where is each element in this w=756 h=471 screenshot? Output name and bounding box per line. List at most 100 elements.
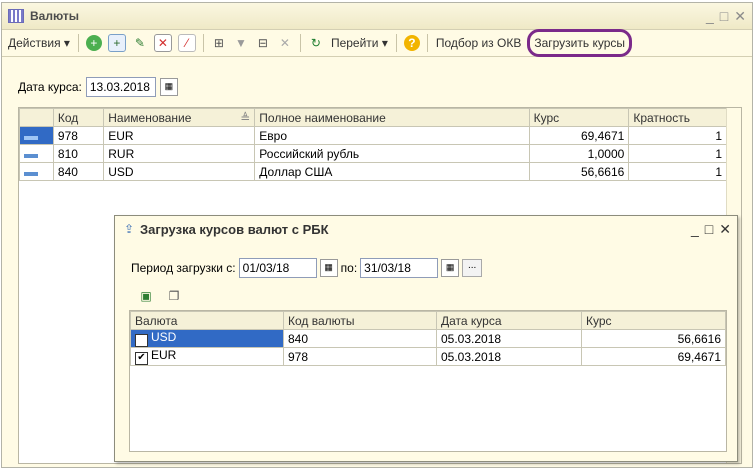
dialog-title: Загрузка курсов валют с РБК bbox=[140, 221, 329, 237]
calendar-icon[interactable]: ▦ bbox=[159, 78, 178, 96]
currency-code-cell[interactable]: 978 bbox=[283, 347, 437, 366]
toolbar-separator bbox=[395, 34, 397, 52]
multiplicity-cell[interactable]: 1 bbox=[628, 162, 727, 181]
toolbar-separator bbox=[426, 34, 428, 52]
help-icon[interactable]: ? bbox=[403, 35, 420, 51]
rate-cell[interactable]: 56,6616 bbox=[581, 329, 726, 348]
period-row: Период загрузки с: 01/03/18 ▦ по: 31/03/… bbox=[131, 258, 483, 278]
rate-date-field[interactable]: 13.03.2018 bbox=[85, 77, 156, 97]
rates-table: Валюта Код валюты Дата курса Курс ✔ USD 8… bbox=[129, 310, 727, 452]
edit-icon[interactable]: ✎ bbox=[132, 35, 148, 51]
table-row[interactable]: 810 RUR Российский рубль 1,0000 1 bbox=[19, 144, 727, 163]
currency-name: EUR bbox=[151, 348, 177, 362]
full-name-column-header[interactable]: Полное наименование bbox=[254, 108, 530, 127]
rate-cell[interactable]: 69,4671 bbox=[528, 126, 630, 145]
rate-date-cell[interactable]: 05.03.2018 bbox=[436, 329, 582, 348]
to-label: по: bbox=[340, 261, 358, 275]
rate-cell[interactable]: 1,0000 bbox=[528, 144, 630, 163]
row-icon-cell bbox=[19, 162, 54, 181]
currency-name: USD bbox=[151, 330, 177, 344]
calendar-icon[interactable]: ▦ bbox=[441, 259, 460, 277]
load-rates-button[interactable]: Загрузить курсы bbox=[527, 29, 633, 57]
multiplicity-cell[interactable]: 1 bbox=[628, 126, 727, 145]
rbk-load-dialog: ⇪ Загрузка курсов валют с РБК _ □ ✕ Пери… bbox=[114, 215, 738, 462]
name-cell[interactable]: USD bbox=[103, 162, 256, 181]
okv-select-button[interactable]: Подбор из ОКВ bbox=[432, 33, 525, 53]
window-title: Валюты bbox=[30, 9, 80, 23]
table-row[interactable]: 840 USD Доллар США 56,6616 1 bbox=[19, 162, 727, 181]
code-column-header[interactable]: Код bbox=[52, 108, 105, 127]
checkbox-checked-icon[interactable]: ✔ bbox=[135, 334, 148, 347]
period-select-button[interactable]: ... bbox=[462, 259, 483, 277]
rate-date-cell[interactable]: 05.03.2018 bbox=[436, 347, 582, 366]
code-cell[interactable]: 810 bbox=[52, 144, 105, 163]
rate-cell[interactable]: 69,4671 bbox=[581, 347, 726, 366]
date-to-field[interactable]: 31/03/18 bbox=[360, 258, 439, 278]
rate-column-header[interactable]: Курс bbox=[528, 108, 630, 127]
date-from-field[interactable]: 01/03/18 bbox=[238, 258, 317, 278]
actions-label: Действия bbox=[8, 36, 61, 50]
refresh-icon[interactable]: ↻ bbox=[308, 35, 324, 51]
name-cell[interactable]: RUR bbox=[103, 144, 256, 163]
multiplicity-cell[interactable]: 1 bbox=[628, 144, 727, 163]
row-icon-cell bbox=[19, 126, 54, 145]
currency-icon bbox=[24, 171, 38, 176]
mark-delete-icon[interactable]: ⁄ bbox=[177, 34, 196, 52]
checkbox-checked-icon[interactable]: ✔ bbox=[135, 352, 148, 365]
toolbar-separator bbox=[77, 34, 79, 52]
currency-code-cell[interactable]: 840 bbox=[283, 329, 437, 348]
maximize-icon[interactable]: □ bbox=[720, 8, 728, 24]
minimize-icon[interactable]: _ bbox=[691, 221, 699, 237]
currency-cell[interactable]: ✔ EUR bbox=[130, 347, 284, 366]
currency-icon bbox=[24, 153, 38, 158]
filter-value-icon[interactable]: ▼ bbox=[233, 35, 249, 51]
close-icon[interactable]: ✕ bbox=[734, 8, 746, 25]
filter-icon[interactable]: ⊞ bbox=[211, 35, 227, 51]
maximize-icon[interactable]: □ bbox=[705, 221, 713, 237]
copy-icon[interactable]: + bbox=[107, 34, 126, 52]
minimize-icon[interactable]: _ bbox=[706, 8, 714, 24]
full-name-cell[interactable]: Российский рубль bbox=[254, 144, 530, 163]
row-icon-cell bbox=[19, 144, 54, 163]
dialog-titlebar: ⇪ Загрузка курсов валют с РБК _ □ ✕ bbox=[115, 216, 737, 242]
code-cell[interactable]: 840 bbox=[52, 162, 105, 181]
rate-cell[interactable]: 56,6616 bbox=[528, 162, 630, 181]
name-cell[interactable]: EUR bbox=[103, 126, 256, 145]
toolbar-separator bbox=[299, 34, 301, 52]
goto-label: Перейти bbox=[330, 36, 379, 50]
currency-icon bbox=[24, 135, 38, 140]
clear-filter-icon[interactable]: ✕ bbox=[277, 35, 293, 51]
toolbar-separator bbox=[202, 34, 204, 52]
actions-menu-button[interactable]: Действия ▾ bbox=[4, 33, 74, 53]
name-column-header[interactable]: Наименование ≜ bbox=[103, 108, 256, 127]
table-row[interactable]: ✔ USD 840 05.03.2018 56,6616 bbox=[130, 329, 726, 348]
rate-date-row: Дата курса: 13.03.2018 ▦ bbox=[18, 77, 178, 97]
delete-icon[interactable]: ✕ bbox=[153, 34, 172, 52]
rate-date-column-header[interactable]: Дата курса bbox=[436, 311, 582, 330]
currency-cell[interactable]: ✔ USD bbox=[130, 329, 284, 348]
currency-code-column-header[interactable]: Код валюты bbox=[283, 311, 437, 330]
table-row[interactable]: ✔ EUR 978 05.03.2018 69,4671 bbox=[130, 347, 726, 366]
dialog-toolbar: ▣ ❐ bbox=[135, 288, 185, 304]
table-row[interactable]: 978 EUR Евро 69,4671 1 bbox=[19, 126, 727, 145]
check-all-icon[interactable]: ▣ bbox=[138, 288, 154, 304]
download-icon: ⇪ bbox=[123, 222, 135, 236]
close-icon[interactable]: ✕ bbox=[719, 221, 731, 238]
filter-list-icon[interactable]: ⊟ bbox=[255, 35, 271, 51]
full-name-cell[interactable]: Евро bbox=[254, 126, 530, 145]
period-label: Период загрузки с: bbox=[131, 261, 236, 275]
row-icon-column-header bbox=[19, 108, 54, 127]
name-header-label: Наименование bbox=[108, 110, 192, 125]
goto-menu-button[interactable]: Перейти ▾ bbox=[327, 33, 392, 53]
add-icon[interactable]: + bbox=[85, 35, 102, 51]
window-titlebar: Валюты _ □ ✕ bbox=[2, 3, 752, 30]
rate-column-header[interactable]: Курс bbox=[581, 311, 726, 330]
code-cell[interactable]: 978 bbox=[52, 126, 105, 145]
full-name-cell[interactable]: Доллар США bbox=[254, 162, 530, 181]
multiplicity-column-header[interactable]: Кратность bbox=[628, 108, 727, 127]
uncheck-all-icon[interactable]: ❐ bbox=[166, 288, 182, 304]
calendar-icon[interactable]: ▦ bbox=[319, 259, 338, 277]
table-header-row: Код Наименование ≜ Полное наименование Ку… bbox=[19, 108, 727, 127]
sort-icon: ≜ bbox=[240, 110, 251, 125]
currency-column-header[interactable]: Валюта bbox=[130, 311, 284, 330]
